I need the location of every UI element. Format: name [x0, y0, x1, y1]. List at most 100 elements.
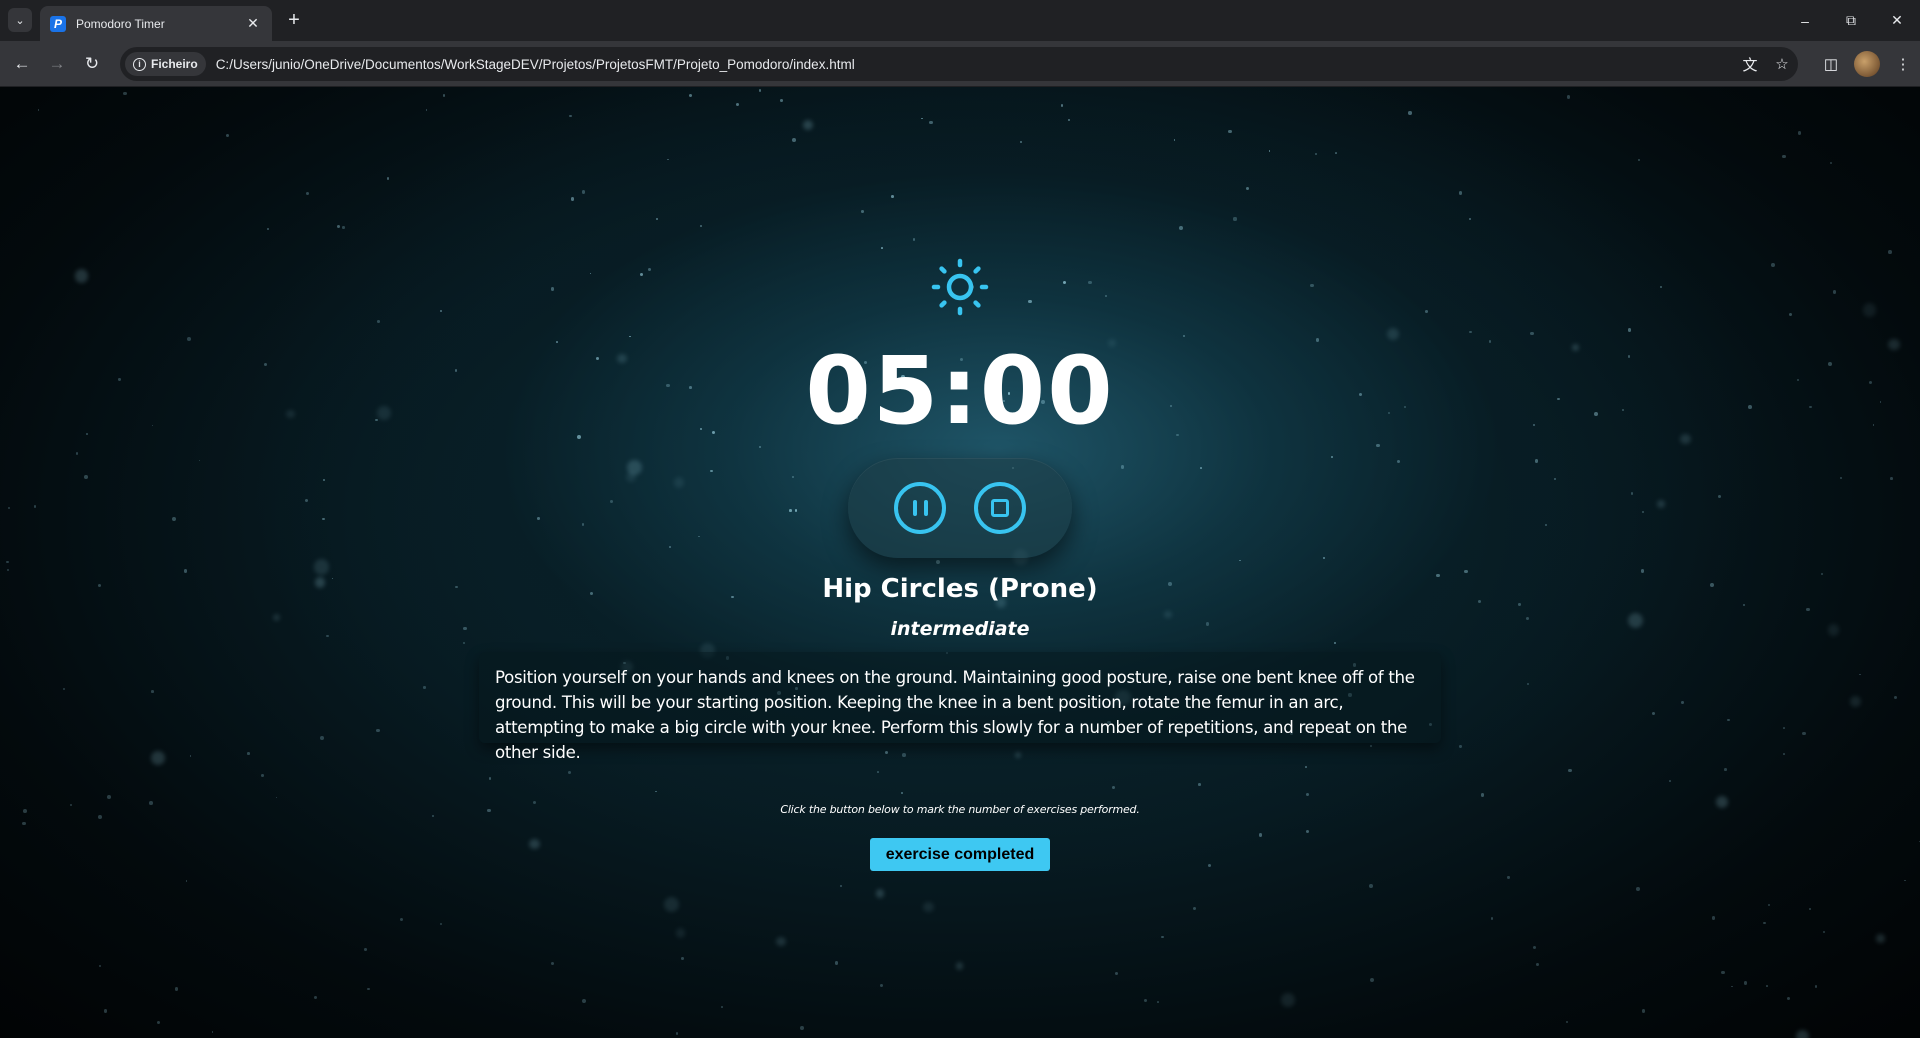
particle: [1718, 494, 1722, 499]
particle: [1770, 263, 1775, 267]
close-window-icon[interactable]: ✕: [1874, 0, 1920, 41]
particle: [1062, 280, 1066, 285]
toolbar-right: ◫ ⋮: [1814, 47, 1920, 81]
pause-button[interactable]: [894, 482, 946, 534]
particle: [185, 880, 188, 882]
particle: [839, 885, 843, 888]
info-icon: i: [133, 57, 146, 71]
particle: [1370, 978, 1375, 983]
particle: [1651, 711, 1656, 716]
particle: [655, 217, 659, 221]
particle: [1458, 191, 1463, 195]
particle: [75, 452, 79, 455]
particle: [1656, 500, 1665, 508]
exercise-level: intermediate: [890, 618, 1030, 640]
particle: [639, 272, 644, 277]
sun-icon[interactable]: [930, 257, 990, 317]
stop-button[interactable]: [974, 482, 1026, 534]
particle: [1060, 104, 1064, 107]
particle: [648, 267, 652, 271]
particle: [1115, 971, 1119, 975]
particle: [1020, 141, 1023, 144]
particle: [877, 771, 879, 773]
address-bar[interactable]: i Ficheiro C:/Users/junio/OneDrive/Docum…: [120, 47, 1798, 81]
particle: [1636, 886, 1641, 891]
particle: [107, 795, 111, 799]
particle: [1469, 217, 1471, 220]
particle: [305, 499, 309, 503]
particle: [1268, 149, 1271, 152]
close-tab-icon[interactable]: ✕: [244, 15, 262, 32]
particle: [1330, 456, 1333, 459]
particle: [1305, 765, 1307, 768]
particle: [189, 755, 192, 757]
particle: [1228, 129, 1232, 134]
particle: [1280, 992, 1295, 1007]
particle: [550, 287, 555, 291]
particle: [1199, 467, 1202, 469]
particle: [1724, 768, 1727, 772]
side-panel-icon[interactable]: ◫: [1814, 47, 1848, 81]
particle: [1786, 996, 1790, 1000]
particle: [1783, 752, 1786, 755]
particle: [582, 998, 587, 1003]
particle: [22, 821, 26, 825]
particle: [198, 459, 201, 462]
particle: [689, 93, 693, 98]
particle: [880, 983, 884, 987]
menu-kebab-icon[interactable]: ⋮: [1886, 47, 1920, 81]
particle: [74, 269, 89, 283]
forward-icon[interactable]: →: [45, 52, 69, 76]
particle: [1536, 963, 1540, 966]
particle: [1641, 510, 1645, 513]
particle: [1014, 751, 1022, 759]
new-tab-button[interactable]: +: [282, 10, 306, 30]
particle: [758, 89, 761, 92]
browser-tab[interactable]: P Pomodoro Timer ✕: [40, 6, 272, 41]
particle: [367, 987, 370, 991]
particle: [569, 114, 572, 118]
particle: [266, 227, 269, 231]
particle: [792, 137, 796, 142]
particle: [1888, 249, 1893, 254]
reload-icon[interactable]: ↻: [80, 52, 104, 76]
exercise-completed-button[interactable]: exercise completed: [870, 838, 1050, 871]
particle: [1156, 1000, 1159, 1003]
tab-search-button[interactable]: ⌄: [8, 8, 32, 32]
particle: [123, 91, 127, 96]
url-text[interactable]: C:/Users/junio/OneDrive/Documentos/WorkS…: [216, 57, 1734, 72]
translate-icon[interactable]: 文: [1734, 54, 1766, 75]
particle: [1305, 829, 1310, 834]
minimize-icon[interactable]: –: [1782, 0, 1828, 41]
profile-avatar[interactable]: [1854, 51, 1880, 77]
particle: [1144, 998, 1148, 1002]
particle: [1245, 187, 1250, 191]
particle: [1721, 970, 1726, 975]
particle: [551, 962, 555, 966]
site-info-chip[interactable]: i Ficheiro: [125, 52, 206, 76]
particle: [710, 469, 713, 473]
particle: [1568, 769, 1572, 773]
particle: [1369, 744, 1373, 747]
particle: [98, 964, 102, 968]
exercise-description: Position yourself on your hands and knee…: [479, 652, 1441, 762]
bookmark-star-icon[interactable]: ☆: [1766, 55, 1798, 73]
particle: [442, 94, 446, 98]
particle: [1233, 217, 1237, 221]
browser-toolbar: ← → ↻ i Ficheiro C:/Users/junio/OneDrive…: [0, 41, 1920, 87]
particle: [1120, 465, 1125, 469]
restore-icon[interactable]: ⧉: [1828, 0, 1874, 41]
favicon-icon: P: [50, 15, 66, 32]
particle: [1408, 111, 1412, 115]
particle: [800, 1026, 804, 1030]
back-icon[interactable]: ←: [10, 52, 34, 76]
particle: [1105, 295, 1107, 298]
particle: [63, 688, 66, 690]
particle: [1425, 310, 1429, 313]
particle: [37, 109, 40, 111]
particle: [33, 505, 37, 508]
particle: [322, 517, 325, 521]
particle: [1630, 492, 1633, 495]
particle: [1088, 280, 1092, 285]
tab-title: Pomodoro Timer: [76, 16, 165, 31]
